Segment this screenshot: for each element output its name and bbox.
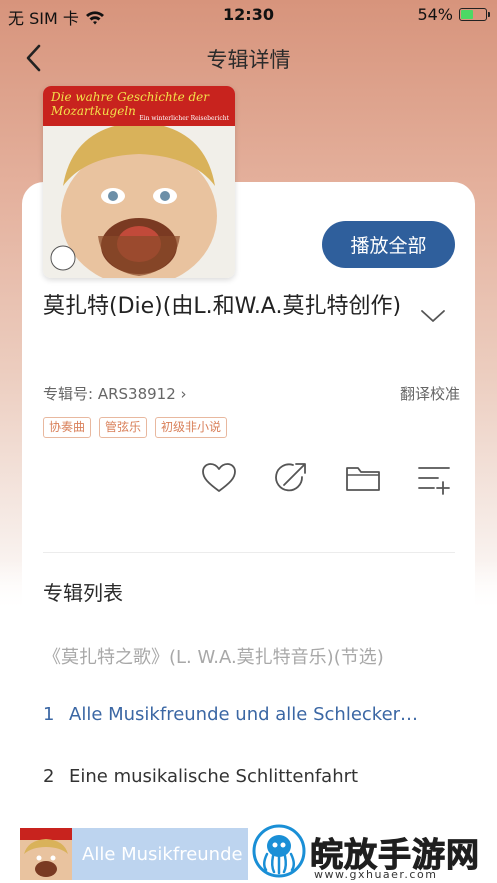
action-row	[200, 460, 460, 496]
track-number: 1	[43, 704, 55, 725]
watermark-url: www.gxhuaer.com	[314, 868, 438, 881]
nav-bar: 专辑详情	[0, 36, 497, 80]
album-title: 莫扎特(Die)(由L.和W.A.莫扎特创作)	[43, 294, 402, 319]
track-item[interactable]: 1 Alle Musikfreunde und alle Schlecker…	[43, 704, 453, 734]
translate-calibration-link[interactable]: 翻译校准	[400, 383, 460, 404]
album-number-link[interactable]: 专辑号: ARS38912 ›	[43, 383, 187, 404]
expand-title-button[interactable]	[418, 306, 448, 326]
add-to-playlist-icon	[418, 467, 450, 495]
track-title: Eine musikalische Schlittenfahrt	[69, 766, 359, 787]
track-item[interactable]: 2 Eine musikalische Schlittenfahrt	[43, 766, 358, 796]
page-title: 专辑详情	[206, 48, 291, 72]
album-cover: Die wahre Geschichte der Mozartkugeln Ei…	[43, 86, 235, 278]
album-number-label: 专辑号: ARS38912	[43, 385, 176, 403]
watermark: 皖放手游网 www.gxhuaer.com	[248, 822, 497, 883]
play-all-button[interactable]: 播放全部	[322, 221, 455, 268]
album-cover-subtitle: Ein winterlicher Reisebericht	[139, 115, 229, 122]
tag[interactable]: 协奏曲	[43, 417, 92, 438]
status-bar: 无 SIM 卡 12:30 54%	[0, 0, 497, 28]
album-cover-banner: Die wahre Geschichte der Mozartkugeln Ei…	[43, 86, 235, 126]
tag-list: 协奏曲 管弦乐 初级非小说	[43, 417, 228, 438]
share-button[interactable]	[272, 460, 310, 496]
octopus-logo-icon	[252, 824, 306, 878]
folder-icon	[346, 467, 380, 491]
album-list-title: 专辑列表	[43, 581, 123, 605]
battery-percent: 54%	[417, 5, 453, 24]
add-to-playlist-button[interactable]	[416, 460, 454, 496]
divider	[43, 552, 455, 553]
mini-cover-art	[20, 828, 72, 880]
chevron-down-icon	[421, 310, 445, 322]
tag[interactable]: 管弦乐	[99, 417, 148, 438]
status-right: 54%	[417, 5, 490, 24]
chevron-right-icon: ›	[180, 385, 187, 403]
mini-player-cover	[20, 828, 72, 880]
folder-button[interactable]	[344, 460, 382, 496]
mini-player[interactable]: Alle Musikfreunde	[20, 828, 248, 880]
track-title: Alle Musikfreunde und alle Schlecker…	[69, 704, 419, 725]
track-group-title: 《莫扎特之歌》(L. W.A.莫扎特音乐)(节选)	[43, 647, 384, 668]
mini-player-title: Alle Musikfreunde	[82, 844, 243, 865]
track-number: 2	[43, 766, 55, 787]
heart-icon	[202, 463, 236, 492]
tag[interactable]: 初级非小说	[155, 417, 228, 438]
battery-cap	[488, 12, 490, 17]
battery-fill	[461, 10, 474, 19]
share-icon	[275, 463, 306, 492]
favorite-button[interactable]	[200, 460, 238, 496]
battery-icon	[459, 8, 490, 21]
